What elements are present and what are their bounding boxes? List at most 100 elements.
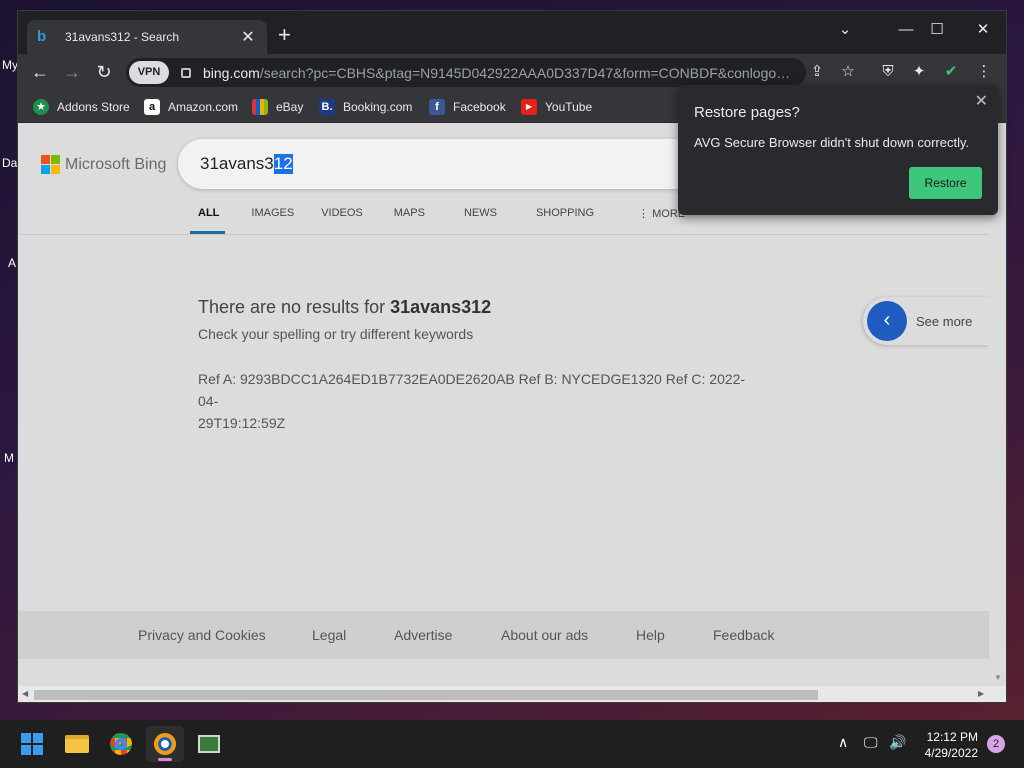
bookmark-label: Booking.com: [343, 100, 413, 114]
bookmark-label: YouTube: [545, 100, 593, 114]
clock-date: 4/29/2022: [924, 746, 978, 760]
search-input[interactable]: 31avans3 12: [178, 139, 738, 189]
windows-logo-icon: [21, 733, 43, 755]
scroll-down-icon[interactable]: ▼: [994, 673, 1002, 682]
bing-logo-text: Microsoft Bing: [65, 155, 167, 173]
desktop-icon-label[interactable]: My: [2, 58, 18, 72]
reference-ids: Ref A: 9293BDCC1A264ED1B7732EA0DE2620AB …: [198, 368, 758, 434]
scope-maps[interactable]: MAPS: [394, 207, 464, 228]
chrome-button[interactable]: [102, 726, 140, 762]
bing-footer: Privacy and Cookies Legal Advertise Abou…: [18, 611, 989, 659]
desktop-icon-label[interactable]: Da: [2, 156, 17, 170]
avg-shield-icon[interactable]: ⛨: [877, 61, 899, 83]
close-icon[interactable]: ✕: [975, 91, 988, 111]
forward-button[interactable]: →: [58, 59, 86, 85]
security-extension-icon[interactable]: ✔: [940, 61, 962, 83]
bing-logo[interactable]: Microsoft Bing: [41, 155, 166, 174]
share-icon[interactable]: ⇪: [806, 61, 828, 83]
microsoft-logo-icon: [41, 155, 60, 174]
bookmark-label: Addons Store: [57, 100, 130, 114]
clock[interactable]: 12:12 PM 4/29/2022: [918, 729, 978, 761]
avg-browser-icon: [154, 733, 176, 755]
scope-news[interactable]: NEWS: [464, 207, 536, 228]
scroll-right-icon[interactable]: ▶: [978, 689, 984, 698]
ebay-icon: [252, 99, 268, 115]
results-area: There are no results for 31avans312 Chec…: [198, 297, 758, 434]
chrome-icon: [110, 733, 132, 755]
bookmark-amazon[interactable]: a Amazon.com: [144, 98, 238, 116]
notification-badge[interactable]: 2: [987, 735, 1005, 753]
ref-line-2: 29T19:12:59Z: [198, 415, 286, 431]
menu-icon[interactable]: ⋮: [973, 61, 995, 83]
see-more-label: See more: [916, 313, 973, 329]
scope-images[interactable]: IMAGES: [235, 207, 321, 228]
footer-privacy-link[interactable]: Privacy and Cookies: [138, 627, 266, 643]
address-bar[interactable]: VPN bing.com/search?pc=CBHS&ptag=N9145D0…: [126, 58, 806, 87]
bing-icon: b: [37, 28, 47, 45]
popup-message: AVG Secure Browser didn't shut down corr…: [694, 135, 970, 150]
avg-browser-button[interactable]: [146, 726, 184, 762]
chevron-up-icon[interactable]: ∧: [838, 734, 848, 751]
url-path: /search?pc=CBHS&ptag=N9145D042922AAA0D33…: [259, 64, 793, 81]
new-tab-button[interactable]: +: [278, 24, 291, 46]
footer-about-ads-link[interactable]: About our ads: [501, 627, 588, 643]
no-results-query: 31avans312: [390, 297, 492, 317]
extensions-icon[interactable]: ✦: [908, 61, 930, 83]
bookmark-label: eBay: [276, 100, 304, 114]
app-window-icon: [198, 735, 220, 753]
close-window-button[interactable]: ✕: [968, 17, 998, 43]
bookmark-booking[interactable]: B. Booking.com: [319, 98, 412, 116]
tab-title: 31avans312 - Search: [65, 30, 180, 44]
popup-title: Restore pages?: [694, 104, 800, 121]
bookmark-label: Amazon.com: [168, 100, 239, 114]
bookmark-ebay[interactable]: eBay: [252, 98, 303, 116]
footer-feedback-link[interactable]: Feedback: [713, 627, 774, 643]
bookmark-addons-store[interactable]: ★ Addons Store: [33, 98, 130, 116]
taskbar: ∧ 🖵 🔊 12:12 PM 4/29/2022 2: [0, 720, 1024, 768]
scope-shopping[interactable]: SHOPPING: [536, 207, 638, 228]
minimize-button[interactable]: —: [891, 17, 921, 43]
lock-icon[interactable]: [181, 67, 191, 78]
query-selected-text: 12: [273, 154, 293, 174]
youtube-icon: ▶: [521, 99, 537, 115]
file-explorer-button[interactable]: [58, 726, 96, 762]
reload-button[interactable]: ↻: [90, 59, 118, 85]
app-button[interactable]: [190, 726, 228, 762]
close-icon[interactable]: ✕: [239, 27, 257, 47]
tab-strip: b 31avans312 - Search ✕ + ⌄ — ☐ ✕: [18, 11, 1006, 54]
horizontal-scroll-thumb[interactable]: [34, 690, 818, 700]
star-icon[interactable]: ☆: [837, 61, 859, 83]
footer-legal-link[interactable]: Legal: [312, 627, 346, 643]
vpn-button[interactable]: VPN: [129, 61, 169, 84]
restore-button[interactable]: Restore: [909, 167, 982, 199]
desktop-icon-label[interactable]: M: [4, 451, 14, 465]
booking-icon: B.: [319, 99, 335, 115]
horizontal-scrollbar[interactable]: ◀ ▶: [18, 686, 1006, 702]
chevron-left-icon: ‹: [867, 301, 907, 341]
url-text[interactable]: bing.com/search?pc=CBHS&ptag=N9145D04292…: [203, 65, 793, 81]
scroll-left-icon[interactable]: ◀: [22, 689, 28, 698]
folder-icon: [65, 735, 89, 753]
desktop-icon-label[interactable]: A: [8, 256, 16, 270]
search-scopes: ALL IMAGES VIDEOS MAPS NEWS SHOPPING ⋮ M…: [189, 207, 701, 234]
footer-advertise-link[interactable]: Advertise: [394, 627, 452, 643]
maximize-button[interactable]: ☐: [922, 17, 952, 43]
tab-search-dropdown-icon[interactable]: ⌄: [830, 17, 860, 43]
see-more-button[interactable]: ‹ See more: [863, 297, 989, 345]
start-button[interactable]: [13, 726, 51, 762]
network-icon[interactable]: 🖵: [864, 734, 878, 751]
restore-pages-popup: Restore pages? ✕ AVG Secure Browser didn…: [678, 85, 998, 215]
scope-videos[interactable]: VIDEOS: [321, 207, 394, 228]
bookmark-facebook[interactable]: f Facebook: [429, 98, 506, 116]
footer-help-link[interactable]: Help: [636, 627, 665, 643]
spelling-hint: Check your spelling or try different key…: [198, 326, 474, 342]
bookmark-label: Facebook: [453, 100, 506, 114]
volume-icon[interactable]: 🔊: [889, 734, 906, 751]
scope-all[interactable]: ALL: [189, 207, 235, 234]
bookmark-youtube[interactable]: ▶ YouTube: [521, 98, 592, 116]
amazon-icon: a: [144, 99, 160, 115]
addons-store-icon: ★: [33, 99, 49, 115]
tab-bing-search[interactable]: b 31avans312 - Search ✕: [27, 20, 267, 54]
clock-time: 12:12 PM: [926, 730, 978, 744]
back-button[interactable]: ←: [26, 59, 54, 85]
